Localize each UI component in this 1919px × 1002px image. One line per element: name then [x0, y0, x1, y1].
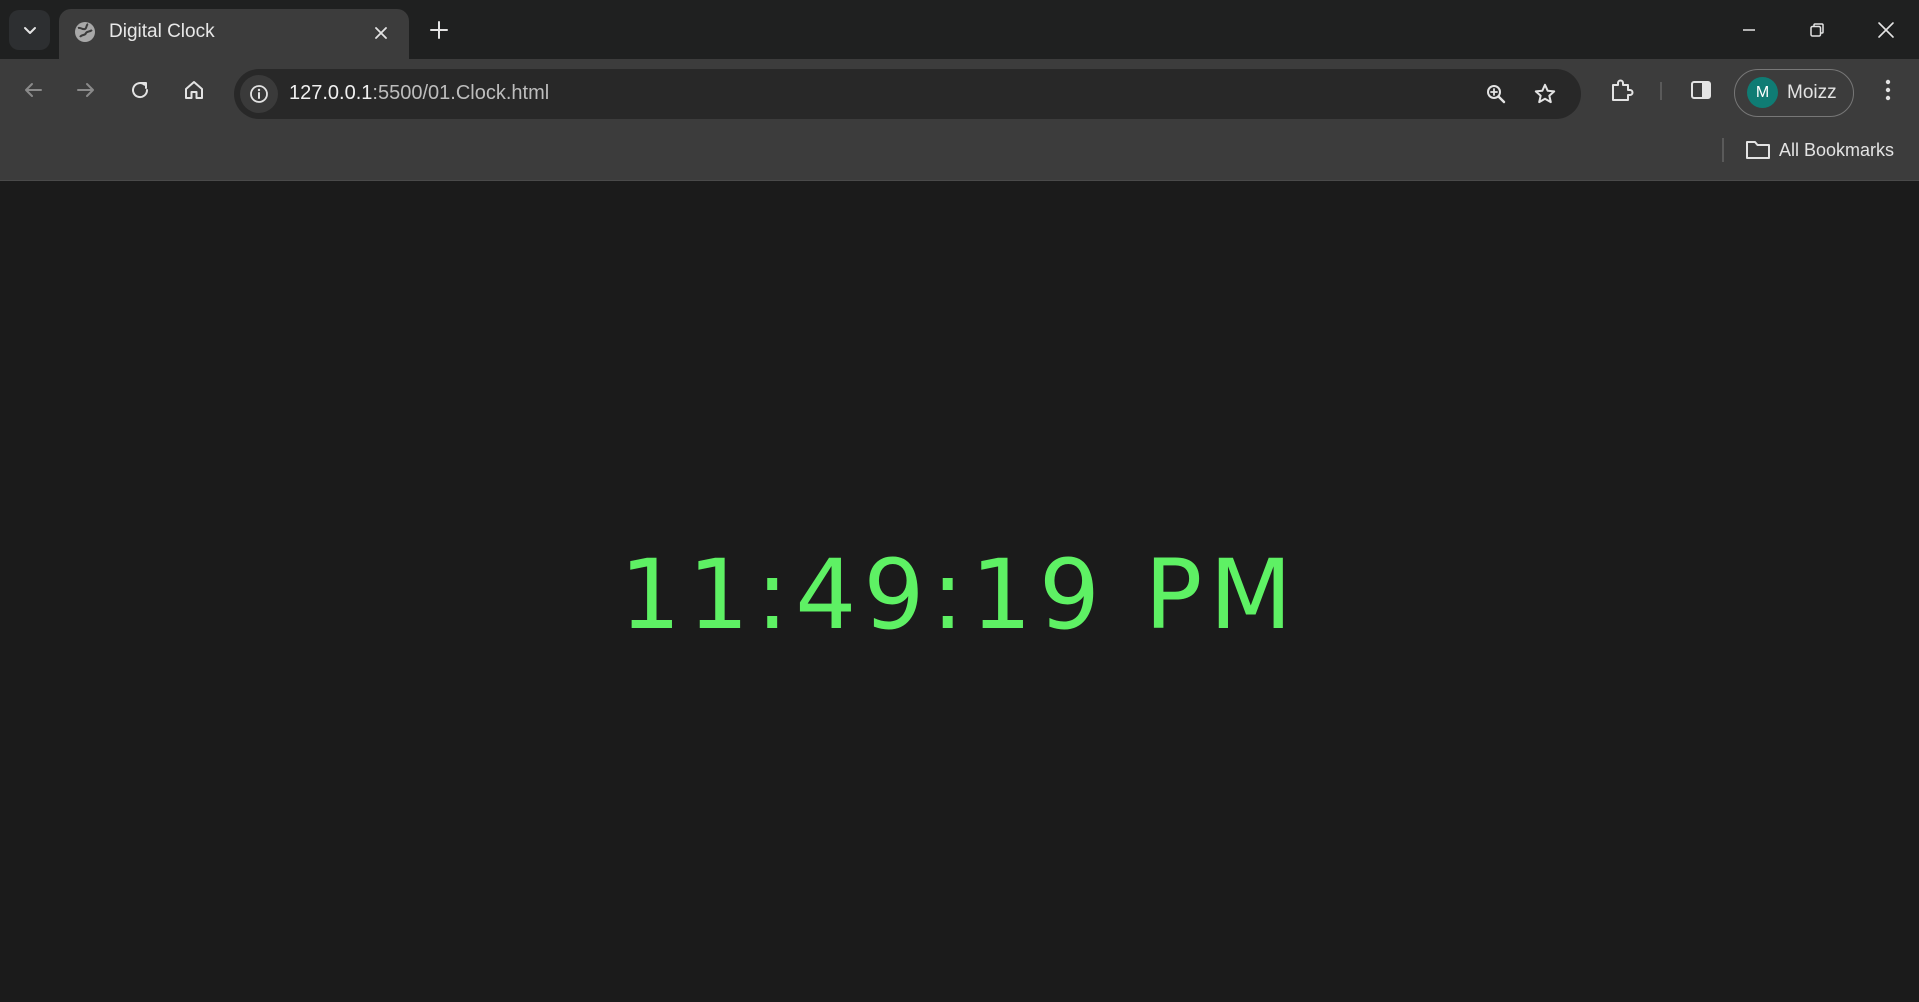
minimize-icon — [1743, 29, 1755, 31]
puzzle-icon — [1612, 79, 1634, 101]
home-button[interactable] — [175, 71, 213, 109]
site-info-button[interactable] — [240, 75, 278, 113]
arrow-left-icon — [25, 83, 42, 97]
reload-button[interactable] — [121, 71, 159, 109]
plus-icon — [430, 21, 448, 39]
kebab-menu-icon — [1885, 79, 1891, 101]
chevron-down-icon — [23, 27, 36, 34]
close-icon — [1878, 22, 1894, 38]
toolbar-divider — [1660, 82, 1662, 100]
page-content: 11:49:19 PM — [0, 182, 1919, 1002]
toolbar: 127.0.0.1:5500/01.Clock.html M Moizz — [0, 59, 1919, 120]
extensions-button[interactable] — [1603, 71, 1641, 109]
url-path: :5500/01.Clock.html — [372, 82, 550, 104]
bookmarks-divider — [1722, 138, 1724, 162]
menu-button[interactable] — [1869, 71, 1907, 109]
url-text[interactable]: 127.0.0.1:5500/01.Clock.html — [289, 82, 549, 105]
tab-title: Digital Clock — [109, 21, 215, 42]
star-icon — [1534, 83, 1556, 104]
side-panel-button[interactable] — [1682, 71, 1720, 109]
restore-button[interactable] — [1794, 10, 1840, 50]
back-button[interactable] — [14, 71, 52, 109]
info-icon — [250, 85, 268, 103]
browser-window: Digital Clock 127.0.0.1:5500/01.Clock.ht… — [0, 0, 1919, 1002]
close-icon — [375, 27, 387, 39]
arrow-right-icon — [77, 83, 94, 97]
bookmark-star-button[interactable] — [1528, 77, 1562, 111]
side-panel-icon — [1691, 81, 1711, 99]
all-bookmarks-button[interactable]: All Bookmarks — [1745, 136, 1894, 164]
all-bookmarks-label: All Bookmarks — [1779, 139, 1895, 160]
avatar: M — [1747, 77, 1778, 108]
tab-close-button[interactable] — [367, 19, 395, 47]
bookmarks-bar: All Bookmarks — [0, 120, 1919, 181]
tab-strip: Digital Clock — [0, 0, 1919, 59]
zoom-in-icon — [1487, 85, 1506, 104]
url-host: 127.0.0.1 — [289, 82, 373, 104]
new-tab-button[interactable] — [422, 13, 456, 47]
tab-digital-clock[interactable]: Digital Clock — [59, 9, 409, 59]
close-window-button[interactable] — [1863, 10, 1909, 50]
profile-button[interactable]: M Moizz — [1734, 69, 1854, 117]
folder-icon — [1746, 141, 1770, 159]
zoom-button[interactable] — [1479, 77, 1513, 111]
minimize-button[interactable] — [1726, 10, 1772, 50]
reload-icon — [132, 82, 149, 99]
globe-icon — [75, 22, 95, 42]
home-icon — [185, 81, 203, 99]
digital-clock: 11:49:19 PM — [619, 539, 1300, 651]
address-bar[interactable]: 127.0.0.1:5500/01.Clock.html — [234, 69, 1581, 119]
profile-name: Moizz — [1787, 82, 1837, 103]
restore-icon — [1810, 23, 1824, 37]
forward-button[interactable] — [67, 71, 105, 109]
tab-search-button[interactable] — [9, 10, 50, 50]
